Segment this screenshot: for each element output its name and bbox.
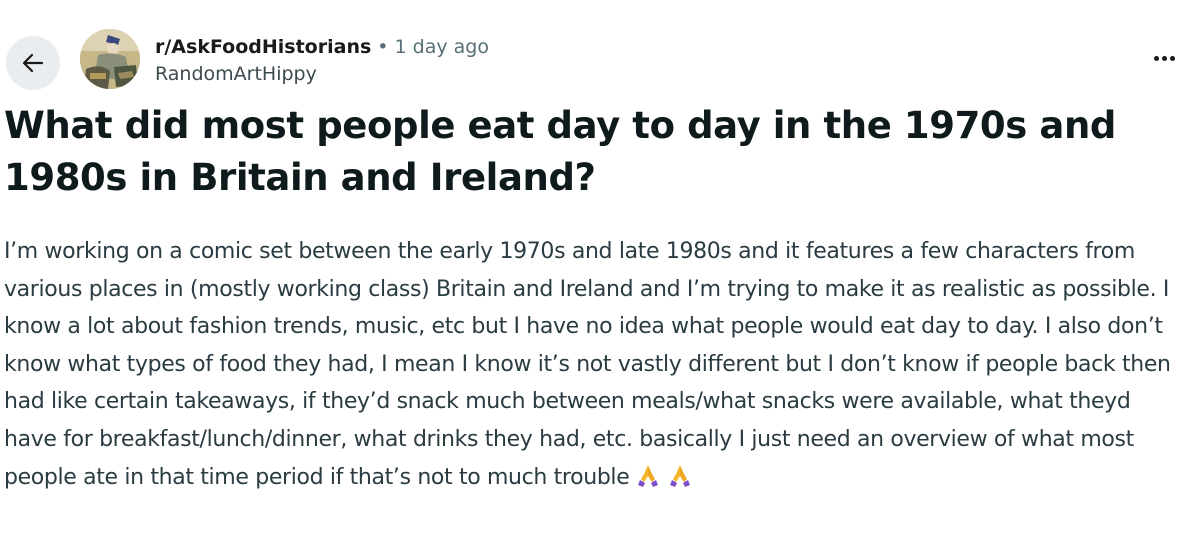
subreddit-link[interactable]: r/AskFoodHistorians (155, 36, 371, 58)
back-button[interactable] (6, 36, 60, 90)
avatar[interactable] (80, 29, 140, 89)
arrow-left-icon (22, 53, 44, 73)
post-body: I’m working on a comic set between the e… (4, 233, 1189, 500)
more-horizontal-icon (1161, 55, 1167, 61)
folded-hands-icon (635, 462, 661, 501)
post-title[interactable]: What did most people eat day to day in t… (4, 100, 1184, 204)
meta-separator: • (377, 36, 389, 58)
more-horizontal-icon (1153, 55, 1159, 61)
folded-hands-icon (667, 462, 693, 501)
post-timestamp: 1 day ago (394, 36, 489, 58)
more-horizontal-icon (1169, 55, 1175, 61)
post-body-text: I’m working on a comic set between the e… (4, 239, 1171, 490)
post-meta: r/AskFoodHistorians • 1 day ago (155, 34, 489, 60)
more-options-button[interactable] (1146, 44, 1182, 72)
author-link[interactable]: RandomArtHippy (155, 63, 317, 85)
subreddit-avatar-image (80, 29, 140, 89)
post-header: r/AskFoodHistorians • 1 day ago RandomAr… (0, 0, 1200, 92)
